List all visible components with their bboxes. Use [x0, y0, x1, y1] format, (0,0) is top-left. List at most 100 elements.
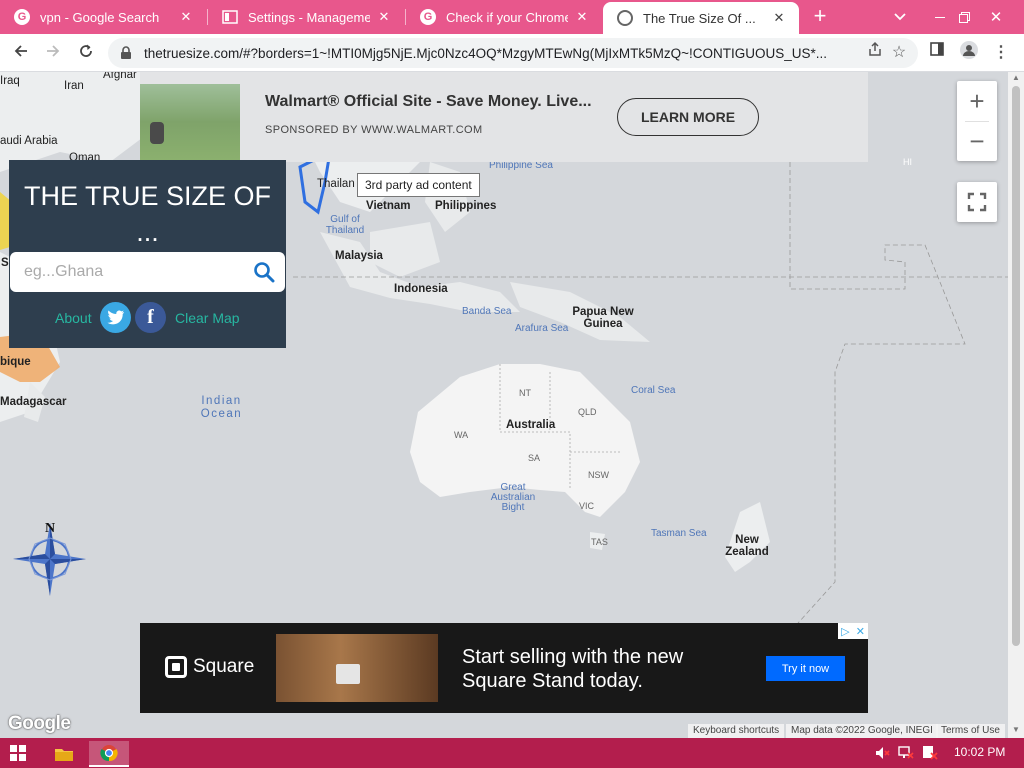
arrow-left-icon: [14, 45, 27, 57]
country-search-input[interactable]: [24, 261, 244, 283]
address-bar[interactable]: thetruesize.com/#?borders=1~!MTI0Mjg5NjE…: [108, 38, 918, 68]
folder-icon: [55, 749, 73, 761]
zoom-in-button[interactable]: +: [957, 81, 997, 121]
compass-north-label: N: [45, 521, 55, 536]
map-label-hawaii: HI: [903, 157, 912, 167]
map-label-iraq: Iraq: [0, 75, 20, 87]
url-text[interactable]: thetruesize.com/#?borders=1~!MTI0Mjg5NjE…: [144, 46, 918, 61]
notification-warning-icon[interactable]: [922, 745, 938, 761]
star-icon: ☆: [891, 44, 907, 61]
reload-button[interactable]: [73, 40, 99, 66]
top-advertisement[interactable]: Walmart® Official Site - Save Money. Liv…: [140, 72, 868, 162]
zoom-out-button[interactable]: −: [957, 121, 997, 161]
square-logo-icon[interactable]: [165, 656, 187, 678]
keyboard-shortcuts-link[interactable]: Keyboard shortcuts: [688, 724, 785, 738]
scroll-down-arrow[interactable]: ▼: [1008, 724, 1024, 736]
share-icon: [869, 41, 881, 56]
map-label-saudi-arabia: audi Arabia: [0, 135, 58, 147]
map-label-philippines: Philippines: [435, 200, 497, 212]
close-icon[interactable]: ✕: [178, 9, 194, 25]
taskbar-clock[interactable]: 10:02 PM: [954, 745, 1005, 759]
map-label-nt: NT: [519, 388, 531, 398]
map-label-tasman-sea: Tasman Sea: [651, 528, 707, 539]
back-button[interactable]: [8, 40, 34, 66]
side-panel-button[interactable]: [924, 40, 950, 66]
ad-title[interactable]: Walmart® Official Site - Save Money. Liv…: [265, 93, 592, 111]
tab-google-search[interactable]: G vpn - Google Search ✕: [0, 0, 206, 34]
new-tab-button[interactable]: +: [808, 5, 832, 29]
lock-icon[interactable]: [120, 46, 134, 60]
google-logo[interactable]: Google: [8, 713, 71, 735]
map-label-great-australian-bight: Great Australian Bight: [490, 482, 536, 513]
close-icon: ✕: [989, 9, 1003, 26]
kebab-menu-icon: ⋮: [993, 44, 1009, 61]
scrollbar-thumb[interactable]: [1012, 86, 1020, 646]
tab-check-chrome[interactable]: G Check if your Chrome br ✕: [406, 0, 602, 34]
clear-map-link[interactable]: Clear Map: [175, 310, 240, 326]
map-label-wa: WA: [454, 430, 469, 440]
vertical-scrollbar[interactable]: ▲ ▼: [1008, 72, 1024, 738]
map-label-nsw: NSW: [588, 470, 609, 480]
browser-toolbar: thetruesize.com/#?borders=1~!MTI0Mjg5NjE…: [0, 34, 1024, 72]
search-icon[interactable]: [253, 261, 275, 283]
menu-button[interactable]: ⋮: [988, 40, 1014, 66]
share-button[interactable]: [862, 40, 888, 66]
panel-links: About f Clear Map: [9, 302, 286, 336]
map-label-indonesia: Indonesia: [394, 283, 448, 295]
ad-headline[interactable]: Start selling with the new Square Stand …: [462, 645, 742, 693]
map-label-australia: Australia: [506, 419, 556, 431]
volume-muted-icon[interactable]: [874, 745, 890, 761]
ad-choices-icon[interactable]: ▷ ✕: [838, 623, 868, 639]
close-icon[interactable]: ✕: [574, 9, 590, 25]
avatar-icon: [960, 41, 978, 59]
learn-more-button[interactable]: LEARN MORE: [617, 98, 759, 136]
forward-button[interactable]: [40, 40, 66, 66]
restore-icon: [958, 11, 970, 23]
tab-settings-management[interactable]: Settings - Management ✕: [208, 0, 404, 34]
windows-start-icon[interactable]: [10, 745, 26, 761]
windows-taskbar: 10:02 PM: [0, 738, 1024, 768]
fullscreen-icon: [967, 192, 987, 212]
tab-search-button[interactable]: [880, 0, 920, 34]
tab-strip: G vpn - Google Search ✕ Settings - Manag…: [0, 0, 1024, 34]
bookmark-button[interactable]: ☆: [886, 40, 912, 66]
network-icon[interactable]: [898, 745, 914, 761]
map-label-banda-sea: Banda Sea: [462, 306, 512, 317]
map-label-arafura-sea: Arafura Sea: [515, 323, 569, 334]
taskbar-file-explorer[interactable]: [44, 741, 84, 767]
settings-page-icon: [222, 9, 238, 25]
map-label-malaysia: Malaysia: [335, 250, 383, 262]
facebook-icon[interactable]: f: [135, 302, 166, 333]
close-icon[interactable]: ✕: [771, 10, 787, 26]
close-window-button[interactable]: ✕: [976, 0, 1016, 34]
map-label-afghanistan: Afghar: [103, 72, 137, 81]
google-icon: G: [14, 9, 30, 25]
twitter-icon[interactable]: [100, 302, 131, 333]
close-icon[interactable]: ✕: [856, 625, 865, 638]
map-label-indian-ocean: Indian Ocean: [200, 395, 243, 420]
side-panel-icon: [930, 42, 944, 56]
profile-button[interactable]: [956, 40, 982, 66]
fullscreen-button[interactable]: [957, 182, 997, 222]
tab-true-size[interactable]: The True Size Of ... ✕: [603, 2, 799, 34]
map-label-vietnam: Vietnam: [366, 200, 411, 212]
map-label-tas: TAS: [591, 537, 608, 547]
tab-label: vpn - Google Search: [40, 9, 160, 25]
ad-thumbnail[interactable]: [140, 84, 240, 160]
reload-icon: [80, 44, 92, 57]
arrow-right-icon: [47, 45, 60, 57]
map-label-qld: QLD: [578, 407, 597, 417]
try-it-now-button[interactable]: Try it now: [766, 656, 845, 681]
terms-of-use-link[interactable]: Terms of Use: [936, 724, 1005, 738]
map-label-mozambique: bique: [0, 356, 31, 368]
map-label-new-zealand: New Zealand: [725, 534, 769, 558]
taskbar-chrome[interactable]: [89, 741, 129, 767]
map-canvas[interactable]: Iraq Iran Afghar audi Arabia Oman Thaila…: [0, 72, 1024, 738]
scroll-up-arrow[interactable]: ▲: [1008, 72, 1024, 84]
bottom-advertisement[interactable]: Square Start selling with the new Square…: [140, 623, 868, 713]
close-icon[interactable]: ✕: [376, 9, 392, 25]
ad-image[interactable]: [276, 634, 438, 702]
tab-label: The True Size Of ...: [643, 10, 756, 26]
square-brand[interactable]: Square: [193, 656, 254, 678]
about-link[interactable]: About: [55, 310, 92, 326]
